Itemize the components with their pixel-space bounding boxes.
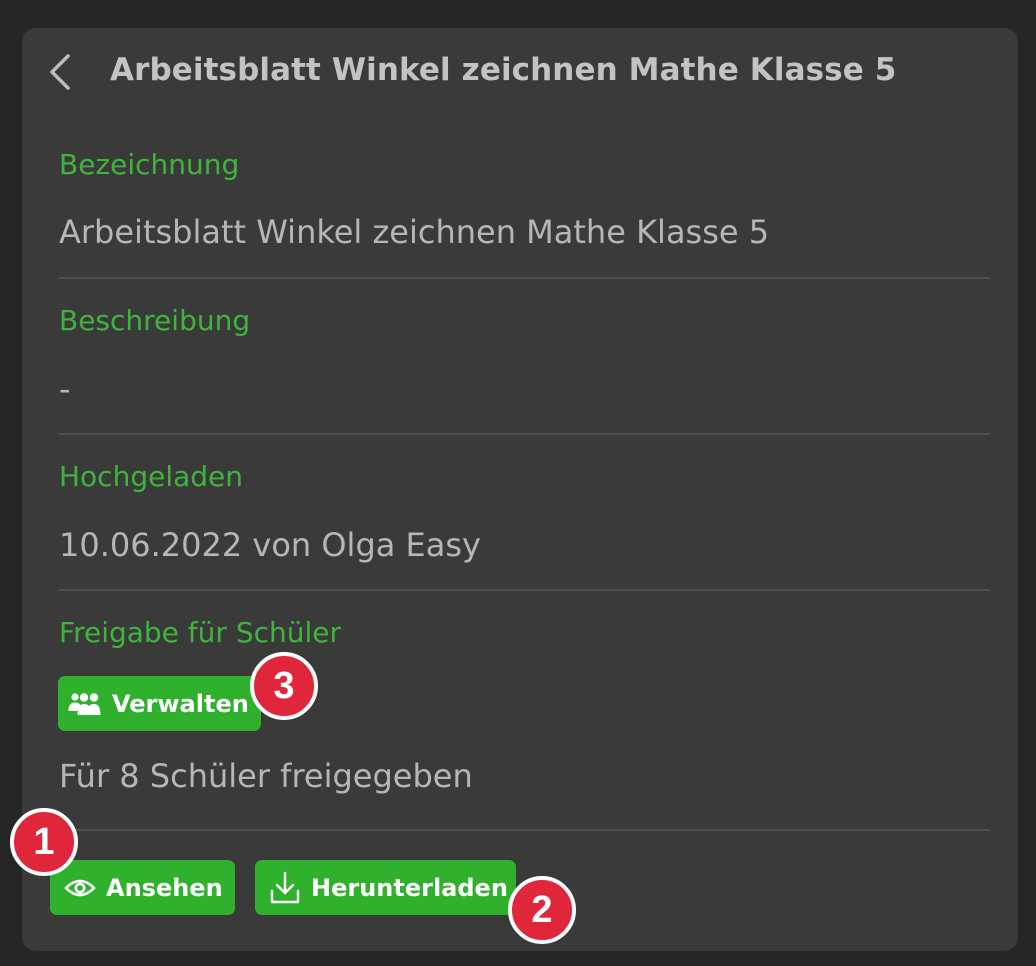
download-icon xyxy=(269,871,301,905)
divider xyxy=(59,589,990,591)
beschreibung-value: - xyxy=(59,370,71,408)
chevron-left-icon[interactable] xyxy=(46,54,76,90)
manage-sharing-button[interactable]: Verwalten xyxy=(58,676,261,731)
divider xyxy=(59,433,990,435)
users-icon xyxy=(67,691,105,717)
annotation-badge-2: 2 xyxy=(508,876,576,944)
annotation-badge-1: 1 xyxy=(10,808,78,876)
divider xyxy=(59,277,990,279)
hochgeladen-value: 10.06.2022 von Olga Easy xyxy=(59,526,481,564)
bezeichnung-value: Arbeitsblatt Winkel zeichnen Mathe Klass… xyxy=(59,213,770,251)
bezeichnung-label: Bezeichnung xyxy=(59,148,240,181)
hochgeladen-label: Hochgeladen xyxy=(59,460,244,493)
eye-icon xyxy=(64,877,96,899)
view-button[interactable]: Ansehen xyxy=(50,860,235,915)
freigabe-label: Freigabe für Schüler xyxy=(59,616,341,649)
manage-sharing-label: Verwalten xyxy=(112,689,249,718)
annotation-badge-3: 3 xyxy=(250,652,318,720)
download-label: Herunterladen xyxy=(311,873,508,902)
divider xyxy=(59,829,990,831)
page-title: Arbeitsblatt Winkel zeichnen Mathe Klass… xyxy=(110,52,897,88)
view-label: Ansehen xyxy=(106,873,223,902)
sharing-status: Für 8 Schüler freigegeben xyxy=(59,757,473,795)
beschreibung-label: Beschreibung xyxy=(59,304,251,337)
download-button[interactable]: Herunterladen xyxy=(255,860,516,915)
